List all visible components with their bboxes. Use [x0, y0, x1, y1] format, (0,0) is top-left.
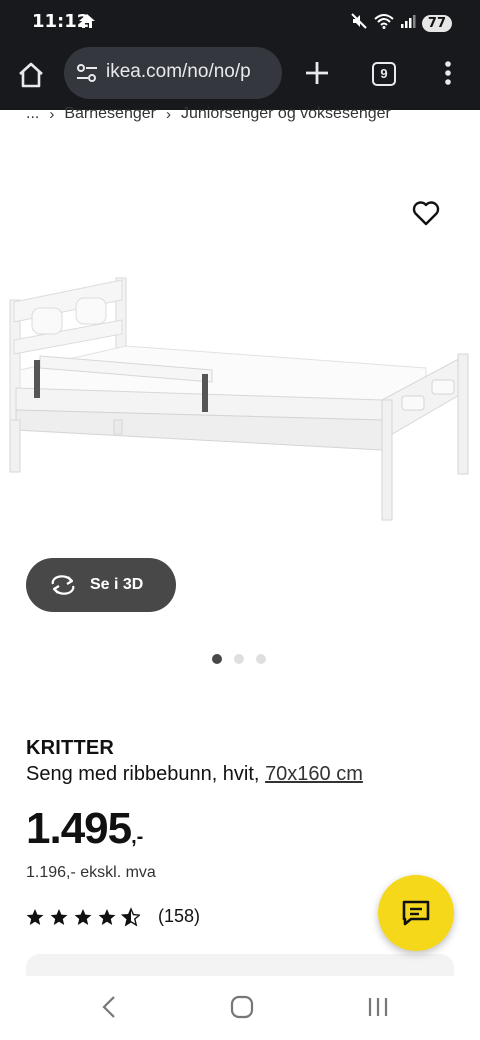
site-settings-icon[interactable] [76, 63, 98, 88]
breadcrumb-ellipsis[interactable]: ... [26, 105, 39, 123]
price-suffix: ,- [131, 826, 144, 848]
url-text[interactable]: ikea.com/no/no/p [106, 61, 251, 83]
pagination-dot[interactable] [212, 654, 222, 664]
product-gallery[interactable]: Se i 3D [0, 140, 480, 680]
mute-icon [350, 12, 368, 35]
pagination-dot[interactable] [234, 654, 244, 664]
address-bar[interactable]: ikea.com/no/no/p [64, 47, 282, 99]
browser-toolbar: ikea.com/no/no/p 9 [0, 44, 480, 110]
more-menu-icon[interactable] [438, 58, 458, 88]
chat-icon [402, 900, 430, 926]
product-brand: KRITTER [26, 737, 115, 759]
price-value: 1.495 [26, 804, 132, 853]
breadcrumb: ... › Barnesenger › Juniorsenger og voks… [26, 104, 391, 124]
pagination-dot[interactable] [256, 654, 266, 664]
product-size-link[interactable]: 70x160 cm [265, 763, 363, 785]
system-nav-bar [0, 976, 480, 1040]
home-icon[interactable] [16, 60, 48, 92]
back-icon[interactable] [98, 994, 120, 1025]
signal-icon [400, 13, 416, 34]
star-rating-icon [26, 907, 140, 926]
product-rating[interactable]: (158) [26, 906, 200, 927]
status-bar: 11:12 77 [0, 0, 480, 44]
rotate-3d-icon [51, 575, 75, 595]
breadcrumb-item-barnesenger[interactable]: Barnesenger [64, 105, 156, 123]
price-excl-vat: 1.196,- ekskl. mva [26, 864, 156, 881]
wifi-icon [374, 13, 394, 34]
product-description-text: Seng med ribbebunn, hvit, [26, 763, 260, 785]
status-icons: 77 [350, 12, 452, 35]
battery-level: 77 [421, 15, 452, 32]
product-description: Seng med ribbebunn, hvit, 70x160 cm [26, 763, 363, 786]
gallery-pagination [212, 654, 266, 664]
product-image [9, 277, 469, 521]
chevron-right-icon: › [49, 105, 55, 123]
chat-button[interactable] [378, 875, 454, 951]
home-status-icon [78, 13, 96, 34]
tab-switcher-button[interactable]: 9 [372, 62, 396, 86]
review-count[interactable]: (158) [158, 906, 200, 927]
chevron-right-icon: › [165, 105, 171, 123]
recent-apps-icon[interactable] [366, 996, 390, 1023]
view-3d-button[interactable]: Se i 3D [26, 558, 176, 612]
product-price: 1.495,- [26, 804, 143, 854]
view-3d-label: Se i 3D [90, 576, 144, 593]
heart-icon[interactable] [412, 200, 442, 228]
home-nav-icon[interactable] [230, 995, 254, 1024]
new-tab-icon[interactable] [302, 58, 332, 88]
breadcrumb-item-juniorsenger[interactable]: Juniorsenger og voksesenger [181, 105, 391, 123]
